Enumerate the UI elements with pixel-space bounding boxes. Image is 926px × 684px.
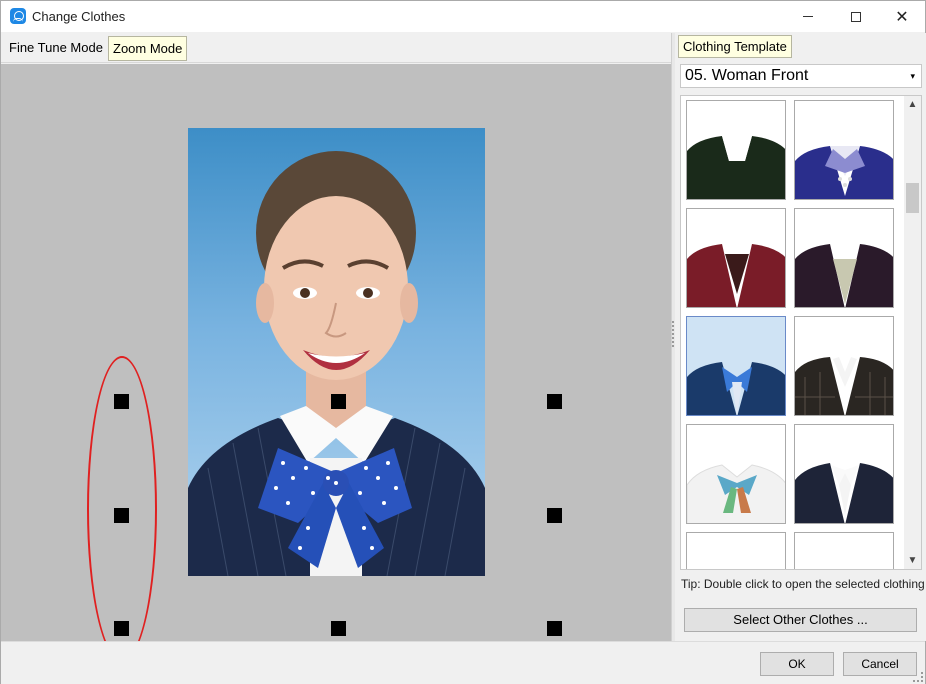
- annotation-ellipse: [87, 356, 157, 662]
- tab-zoom-mode[interactable]: Zoom Mode: [108, 36, 188, 61]
- resize-handle-right-top[interactable]: [547, 394, 562, 409]
- white-blouse-scarf-clothing-icon: [687, 464, 785, 523]
- tab-clothing-template[interactable]: Clothing Template: [678, 35, 792, 58]
- maximize-button[interactable]: [833, 1, 879, 32]
- template-thumb-4[interactable]: [794, 208, 894, 308]
- template-gallery[interactable]: ▲ ▼: [680, 95, 922, 570]
- app-icon: [10, 8, 26, 24]
- mode-tabs: Fine Tune Mode Zoom Mode: [1, 33, 671, 63]
- chevron-down-icon: ▾: [910, 71, 915, 81]
- clothing-template-panel: Clothing Template 05. Woman Front ▾ ▲ ▼ …: [675, 33, 926, 641]
- tip-text: Tip: Double click to open the selected c…: [681, 577, 925, 591]
- minimize-icon: [803, 16, 813, 17]
- splitter-grip-icon: [672, 321, 674, 347]
- template-thumb-7[interactable]: [686, 424, 786, 524]
- resize-grip-icon[interactable]: [913, 672, 923, 682]
- portrait-photo[interactable]: [188, 128, 485, 576]
- resize-handle-center-bottom[interactable]: [331, 621, 346, 636]
- minimize-button[interactable]: [785, 1, 831, 32]
- ok-button[interactable]: OK: [760, 652, 834, 676]
- maximize-icon: [851, 11, 861, 22]
- cancel-button[interactable]: Cancel: [843, 652, 917, 676]
- blue-jacket-scarf-clothing-icon: [795, 146, 893, 199]
- change-clothes-dialog: Change Clothes ✕ Fine Tune Mode Zoom Mod…: [0, 0, 926, 684]
- editing-canvas[interactable]: [1, 64, 671, 662]
- dark-plum-blazer-clothing-icon: [795, 244, 893, 307]
- template-thumb-9[interactable]: [686, 532, 786, 569]
- tab-fine-tune-mode[interactable]: Fine Tune Mode: [5, 36, 107, 61]
- template-thumb-10[interactable]: [794, 532, 894, 569]
- template-thumb-5-selected[interactable]: [686, 316, 786, 416]
- black-blazer-white-collar-clothing-icon: [795, 463, 893, 523]
- template-thumb-1[interactable]: [686, 100, 786, 200]
- gallery-scrollbar[interactable]: ▲ ▼: [904, 96, 921, 569]
- title-bar: Change Clothes ✕: [1, 1, 925, 32]
- category-value: 05. Woman Front: [685, 67, 809, 84]
- close-button[interactable]: ✕: [879, 1, 925, 32]
- select-other-clothes-button[interactable]: Select Other Clothes ...: [684, 608, 917, 632]
- red-blazer-clothing-icon: [687, 244, 785, 307]
- scroll-up-arrow-icon[interactable]: ▲: [904, 96, 921, 113]
- portrait-illustration: [188, 151, 485, 576]
- template-thumb-6[interactable]: [794, 316, 894, 416]
- resize-handle-right-bottom[interactable]: [547, 621, 562, 636]
- window-title: Change Clothes: [32, 9, 126, 24]
- resize-handle-center-top[interactable]: [331, 394, 346, 409]
- category-dropdown[interactable]: 05. Woman Front ▾: [680, 64, 922, 88]
- template-thumb-2[interactable]: [794, 100, 894, 200]
- resize-handle-right-middle[interactable]: [547, 508, 562, 523]
- template-thumb-3[interactable]: [686, 208, 786, 308]
- plaid-jacket-clothing-icon: [795, 357, 893, 415]
- scroll-down-arrow-icon[interactable]: ▼: [904, 552, 921, 569]
- close-icon: ✕: [895, 8, 909, 26]
- scroll-thumb[interactable]: [906, 183, 919, 213]
- template-thumb-8[interactable]: [794, 424, 894, 524]
- dialog-footer: OK Cancel: [1, 641, 925, 684]
- dark-sweater-clothing-icon: [687, 136, 785, 199]
- navy-jacket-bow-clothing-icon: [687, 317, 785, 415]
